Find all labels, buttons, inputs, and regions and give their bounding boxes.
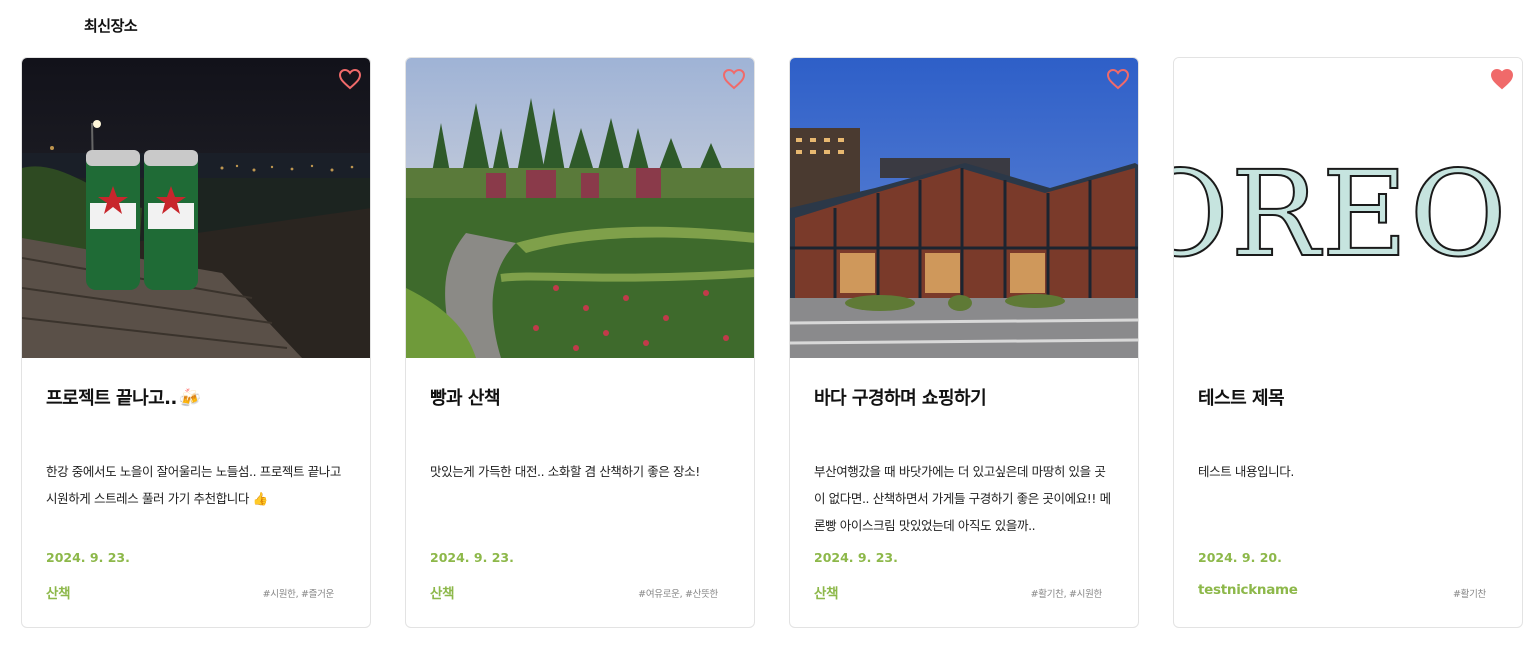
place-description: 테스트 내용입니다. xyxy=(1198,464,1294,479)
place-category: 산책 xyxy=(814,586,839,602)
place-description: 맛있는게 가득한 대전.. 소화할 겸 산책하기 좋은 장소! xyxy=(430,464,700,479)
heart-filled-icon[interactable] xyxy=(1490,68,1514,90)
place-description: 부산여행갔을 때 바닷가에는 더 있고싶은데 마땅히 있을 곳이 없다면.. 산… xyxy=(814,464,1111,533)
place-tags: #여유로운, #산뜻한 xyxy=(638,589,718,600)
place-category: 산책 xyxy=(46,586,71,602)
place-tags: #시원한, #즐거운 xyxy=(262,589,335,600)
place-title: 테스트 제목 xyxy=(1198,388,1285,409)
place-category: testnickname xyxy=(1198,582,1298,598)
place-date: 2024. 9. 23. xyxy=(814,550,898,565)
place-card[interactable]: OREO 테스트 제목 테스트 내용입니다. 2024. 9. 20. test… xyxy=(1173,57,1523,628)
place-image-night-riverside[interactable] xyxy=(22,58,370,358)
place-card[interactable]: 프로젝트 끝나고.. 🍻 한강 중에서도 노을이 잘어울리는 노들섬.. 프로젝트… xyxy=(21,57,371,628)
place-title: 바다 구경하며 쇼핑하기 xyxy=(814,388,987,409)
section-title: 최신장소 xyxy=(84,17,138,35)
place-card[interactable]: 바다 구경하며 쇼핑하기 부산여행갔을 때 바닷가에는 더 있고싶은데 마땅히 … xyxy=(789,57,1139,628)
heart-outline-icon[interactable] xyxy=(722,68,746,90)
place-tags: #활기찬, #시원한 xyxy=(1030,589,1103,600)
place-tags: #활기찬 xyxy=(1453,589,1486,600)
beer-emoji-icon: 🍻 xyxy=(178,388,201,409)
heart-outline-icon[interactable] xyxy=(1106,68,1130,90)
place-title: 빵과 산책 xyxy=(430,388,501,409)
heart-outline-icon[interactable] xyxy=(338,68,362,90)
place-image-outlined-text[interactable]: OREO xyxy=(1174,58,1522,358)
place-description: 한강 중에서도 노을이 잘어울리는 노들섬.. 프로젝트 끝나고 시원하게 스트… xyxy=(46,464,341,506)
place-image-rose-garden[interactable] xyxy=(406,58,754,358)
place-date: 2024. 9. 23. xyxy=(46,550,130,565)
place-category: 산책 xyxy=(430,586,455,602)
place-card[interactable]: 빵과 산책 맛있는게 가득한 대전.. 소화할 겸 산책하기 좋은 장소! 20… xyxy=(405,57,755,628)
place-date: 2024. 9. 20. xyxy=(1198,550,1282,565)
place-image-market-building[interactable] xyxy=(790,58,1138,358)
place-title: 프로젝트 끝나고.. 🍻 xyxy=(46,384,201,410)
image-text: OREO xyxy=(1174,145,1508,283)
place-title-text: 프로젝트 끝나고.. xyxy=(46,388,177,409)
place-date: 2024. 9. 23. xyxy=(430,550,514,565)
